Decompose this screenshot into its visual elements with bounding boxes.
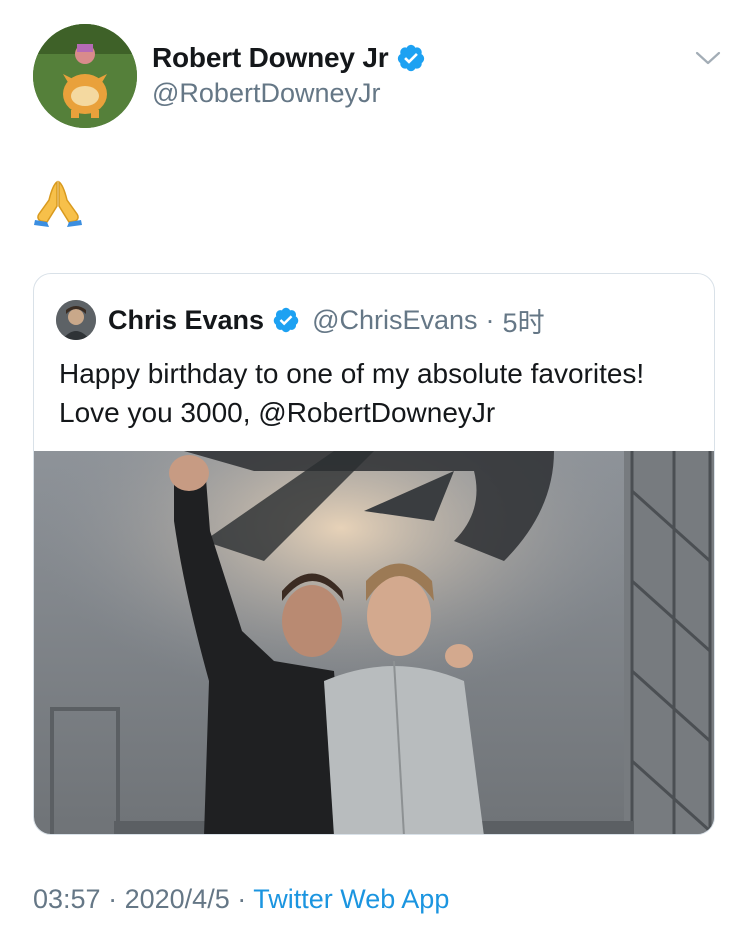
avatar-image <box>33 24 137 128</box>
separator-dot: · <box>237 884 247 914</box>
verified-badge-icon <box>398 44 425 72</box>
photo-image[interactable] <box>34 451 715 835</box>
quoted-tweet-card[interactable]: Chris Evans @ChrisEvans · 5时 Happy birth… <box>33 273 715 835</box>
tweet: Robert Downey Jr @RobertDowneyJr Chris E… <box>0 0 750 929</box>
separator-dot: · <box>485 304 495 335</box>
tweet-meta: 03:57 · 2020/4/5 · Twitter Web App <box>33 884 449 915</box>
avatar-image <box>56 300 96 340</box>
tweet-date[interactable]: 2020/4/5 <box>125 884 230 914</box>
quoted-tweet-header: Chris Evans @ChrisEvans · 5时 <box>56 300 545 340</box>
chevron-down-icon[interactable] <box>694 46 722 70</box>
quoted-author-avatar[interactable] <box>56 300 96 340</box>
quoted-tweet-text: Happy birthday to one of my absolute fav… <box>59 358 645 428</box>
author-display-name[interactable]: Robert Downey Jr <box>152 42 389 74</box>
verified-badge-icon <box>273 307 299 333</box>
author-handle[interactable]: @RobertDowneyJr <box>152 78 381 109</box>
quoted-tweet-time[interactable]: 5时 <box>503 301 545 340</box>
tweet-source-link[interactable]: Twitter Web App <box>253 884 449 914</box>
quoted-author-display-name[interactable]: Chris Evans <box>108 305 264 336</box>
quoted-author-handle[interactable]: @ChrisEvans <box>312 305 477 336</box>
folded-hands-emoji <box>34 180 82 227</box>
separator-dot: · <box>108 884 118 914</box>
tweet-time[interactable]: 03:57 <box>33 884 101 914</box>
author-name-row: Robert Downey Jr <box>152 40 426 76</box>
author-avatar[interactable] <box>33 24 137 128</box>
